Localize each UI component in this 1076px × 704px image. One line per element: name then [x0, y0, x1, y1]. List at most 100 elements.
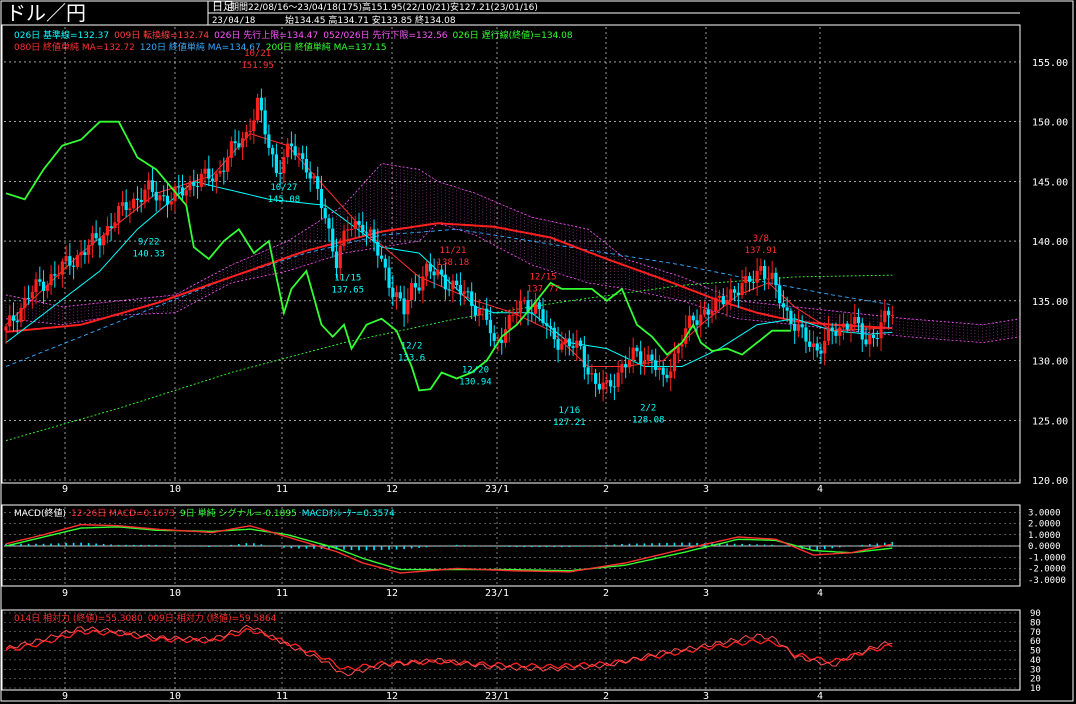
- macd-axis-label: 2.0000: [1028, 520, 1061, 530]
- candle-body: [864, 339, 868, 345]
- macd-oscillator-bar: [576, 546, 578, 547]
- macd-oscillator-bar: [410, 546, 413, 549]
- candle-body: [545, 323, 549, 326]
- macd-oscillator-bar: [733, 543, 736, 546]
- candle-body: [41, 281, 46, 291]
- candle-body: [721, 295, 725, 305]
- candle-body: [774, 272, 778, 286]
- rsi-date-label: 2: [603, 691, 609, 702]
- candle-body: [15, 320, 19, 323]
- candle-body: [879, 322, 883, 339]
- candle-body: [286, 143, 290, 158]
- date-axis-label: 2: [603, 484, 609, 495]
- candle-body: [466, 291, 470, 293]
- candle-body: [79, 252, 83, 256]
- macd-oscillator-bar: [223, 545, 225, 547]
- candle-body: [702, 309, 707, 315]
- macd-oscillator-bar: [636, 543, 638, 546]
- candle-body: [169, 201, 173, 205]
- rsi-date-label: 12: [386, 691, 398, 702]
- macd-oscillator-bar: [748, 544, 751, 546]
- candle-body: [68, 256, 72, 266]
- candle-body: [199, 173, 203, 187]
- candle-body: [537, 302, 541, 310]
- candle-body: [56, 274, 61, 276]
- macd-oscillator-bar: [786, 546, 788, 547]
- macd-date-label: 3: [703, 588, 709, 599]
- candle-body: [45, 285, 49, 291]
- candle-body: [781, 303, 785, 308]
- macd-oscillator-bar: [350, 546, 353, 551]
- candle-body: [789, 310, 793, 324]
- candle-body: [890, 315, 894, 317]
- candle-body: [241, 138, 245, 148]
- candle-body: [124, 202, 128, 211]
- candle-body: [717, 295, 722, 298]
- candle-body: [838, 327, 842, 336]
- candle-body: [826, 327, 831, 341]
- macd-oscillator-bar: [65, 543, 67, 546]
- candle-body: [856, 316, 861, 324]
- candle-body: [256, 97, 260, 121]
- candle-body: [271, 147, 275, 155]
- macd-oscillator-bar: [621, 543, 623, 546]
- annotation-value: 133.6: [398, 354, 425, 364]
- candle-body: [94, 233, 98, 239]
- candle-body: [650, 354, 654, 361]
- macd-oscillator-bar: [628, 543, 631, 546]
- macd-oscillator-bar: [455, 544, 458, 546]
- candle-body: [556, 339, 560, 350]
- candle-body: [425, 263, 429, 277]
- candle-body: [853, 316, 857, 325]
- macd-axis-label: 3.0000: [1028, 508, 1061, 518]
- candle-body: [868, 334, 872, 345]
- macd-oscillator-bar: [868, 544, 871, 546]
- candle-body: [575, 340, 579, 348]
- candle-body: [800, 324, 804, 328]
- candle-body: [117, 205, 121, 223]
- candle-body: [282, 157, 286, 174]
- annotation-date: 11/21: [439, 246, 466, 256]
- macd-axis-label: -3.0000: [1028, 576, 1066, 586]
- macd-oscillator-bar: [42, 543, 45, 546]
- macd-oscillator-bar: [613, 544, 616, 546]
- candle-body: [462, 291, 466, 295]
- candle-body: [334, 251, 339, 269]
- candle-body: [222, 170, 226, 172]
- candle-body: [609, 380, 613, 387]
- candle-body: [657, 367, 662, 370]
- rsi-axis-label: 10: [1030, 684, 1041, 694]
- price-axis-label: 155.00: [1032, 58, 1068, 69]
- candle-body: [132, 198, 136, 209]
- rsi-date-label: 10: [169, 691, 181, 702]
- candle-body: [402, 298, 406, 315]
- date-axis-label: 10: [169, 484, 181, 495]
- macd-oscillator-bar: [763, 544, 766, 546]
- price-axis-label: 140.00: [1032, 237, 1068, 248]
- macd-oscillator-bar: [27, 543, 30, 546]
- macd-oscillator-bar: [515, 546, 518, 548]
- candle-body: [586, 367, 590, 375]
- candle-body: [229, 141, 233, 158]
- macd-oscillator-bar: [823, 546, 826, 550]
- candle-body: [428, 263, 432, 272]
- candle-body: [331, 228, 335, 252]
- macd-oscillator-bar: [87, 543, 90, 546]
- macd-oscillator-bar: [365, 546, 368, 551]
- candle-body: [4, 326, 8, 331]
- annotation-value: 137.77: [527, 284, 560, 294]
- candle-body: [323, 208, 327, 219]
- candle-body: [793, 323, 797, 331]
- candle-body: [210, 178, 215, 182]
- candle-body: [834, 331, 838, 336]
- candle-body: [162, 195, 166, 197]
- candle-body: [128, 208, 132, 211]
- annotation-date: 12/2: [401, 342, 423, 352]
- candle-body: [672, 353, 677, 372]
- candle-body: [695, 320, 699, 326]
- candle-body: [26, 297, 31, 299]
- candle-body: [49, 274, 53, 286]
- candle-body: [522, 300, 526, 302]
- macd-oscillator-bar: [508, 546, 511, 547]
- macd-axis-label: -1.0000: [1028, 553, 1066, 563]
